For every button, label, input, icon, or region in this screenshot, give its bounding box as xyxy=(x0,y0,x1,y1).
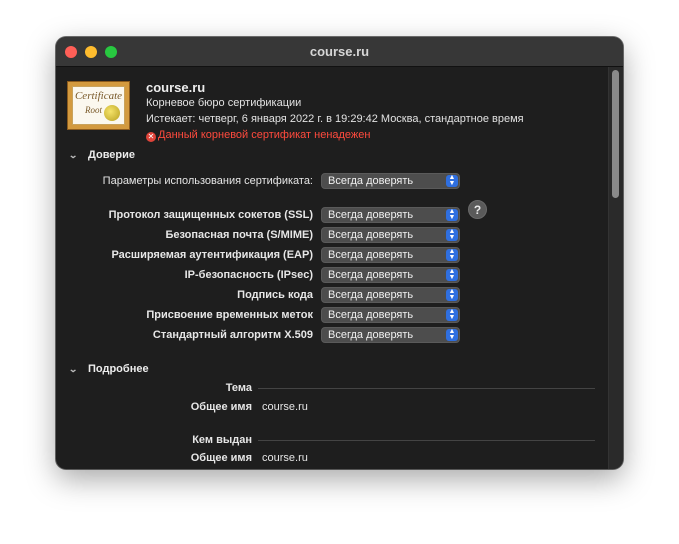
subject-common-name-label: Общее имя xyxy=(190,401,252,413)
trust-popup-value: Всегда доверять xyxy=(328,209,414,221)
titlebar: course.ru xyxy=(56,37,623,67)
trust-popup-eap[interactable]: Всегда доверять ▲ ▼ xyxy=(321,247,460,263)
certificate-kind: Корневое бюро сертификации xyxy=(146,97,302,109)
certificate-window: course.ru Certificate Root course.ru Кор… xyxy=(56,37,623,469)
trust-section-toggle[interactable]: ⌄ Доверие xyxy=(68,149,136,161)
trust-row-label-smime: Безопасная почта (S/MIME) xyxy=(165,229,313,241)
trust-popup-value: Всегда доверять xyxy=(328,329,414,341)
trust-popup-smime[interactable]: Всегда доверять ▲ ▼ xyxy=(321,227,460,243)
x-circle-icon: ✕ xyxy=(146,132,156,142)
issuer-common-name-label: Общее имя xyxy=(190,452,252,464)
trust-popup-x509[interactable]: Всегда доверять ▲ ▼ xyxy=(321,327,460,343)
chevron-down-icon: ⌄ xyxy=(68,150,79,160)
trust-popup-ssl[interactable]: Всегда доверять ▲ ▼ xyxy=(321,207,460,223)
subject-heading: Тема xyxy=(225,382,252,394)
usage-popup-value: Всегда доверять xyxy=(328,175,414,187)
trust-popup-value: Всегда доверять xyxy=(328,229,414,241)
chevron-down-icon: ⌄ xyxy=(68,364,79,374)
updown-chevrons-icon: ▲ ▼ xyxy=(446,228,458,241)
certificate-icon-root: Root xyxy=(85,105,102,115)
trust-row-label-timestamp: Присвоение временных меток xyxy=(146,309,313,321)
trust-popup-timestamp[interactable]: Всегда доверять ▲ ▼ xyxy=(321,307,460,323)
trust-popup-value: Всегда доверять xyxy=(328,249,414,261)
trust-row-label-codesign: Подпись кода xyxy=(237,289,313,301)
trust-section-title: Доверие xyxy=(88,149,136,161)
subject-divider xyxy=(258,388,595,389)
trust-row-label-eap: Расширяемая аутентификация (EAP) xyxy=(111,249,313,261)
issuer-divider xyxy=(258,440,595,441)
details-section-toggle[interactable]: ⌄ Подробнее xyxy=(68,363,149,375)
seal-icon xyxy=(104,105,120,121)
certificate-icon-text: Certificate xyxy=(74,90,123,102)
updown-chevrons-icon: ▲ ▼ xyxy=(446,328,458,341)
trust-row-label-ssl: Протокол защищенных сокетов (SSL) xyxy=(108,209,313,221)
trust-warning-text: Данный корневой сертификат ненадежен xyxy=(158,129,371,141)
subject-common-name-value: course.ru xyxy=(262,401,308,413)
content-area: Certificate Root course.ru Корневое бюро… xyxy=(56,67,623,469)
trust-popup-value: Всегда доверять xyxy=(328,289,414,301)
issuer-heading: Кем выдан xyxy=(192,434,252,446)
trust-row-label-x509: Стандартный алгоритм X.509 xyxy=(152,329,313,341)
certificate-name: course.ru xyxy=(146,80,206,95)
updown-chevrons-icon: ▲ ▼ xyxy=(446,248,458,261)
help-button[interactable]: ? xyxy=(468,200,487,219)
certificate-icon: Certificate Root xyxy=(67,81,130,130)
trust-warning: ✕ Данный корневой сертификат ненадежен xyxy=(146,129,370,142)
details-section-title: Подробнее xyxy=(88,363,149,375)
trust-popup-codesign[interactable]: Всегда доверять ▲ ▼ xyxy=(321,287,460,303)
usage-label: Параметры использования сертификата: xyxy=(102,175,313,187)
window-title: course.ru xyxy=(309,44,370,59)
vertical-scrollbar[interactable] xyxy=(608,67,623,469)
updown-chevrons-icon: ▲ ▼ xyxy=(446,208,458,221)
scrollbar-thumb[interactable] xyxy=(612,70,619,198)
trust-popup-value: Всегда доверять xyxy=(328,269,414,281)
usage-popup[interactable]: Всегда доверять ▲ ▼ xyxy=(321,173,460,189)
trust-popup-ipsec[interactable]: Всегда доверять ▲ ▼ xyxy=(321,267,460,283)
certificate-expiry: Истекает: четверг, 6 января 2022 г. в 19… xyxy=(146,113,524,125)
updown-chevrons-icon: ▲ ▼ xyxy=(446,174,458,187)
issuer-common-name-value: course.ru xyxy=(262,452,308,464)
updown-chevrons-icon: ▲ ▼ xyxy=(446,308,458,321)
updown-chevrons-icon: ▲ ▼ xyxy=(446,288,458,301)
trust-popup-value: Всегда доверять xyxy=(328,309,414,321)
trust-row-label-ipsec: IP-безопасность (IPsec) xyxy=(184,269,313,281)
updown-chevrons-icon: ▲ ▼ xyxy=(446,268,458,281)
